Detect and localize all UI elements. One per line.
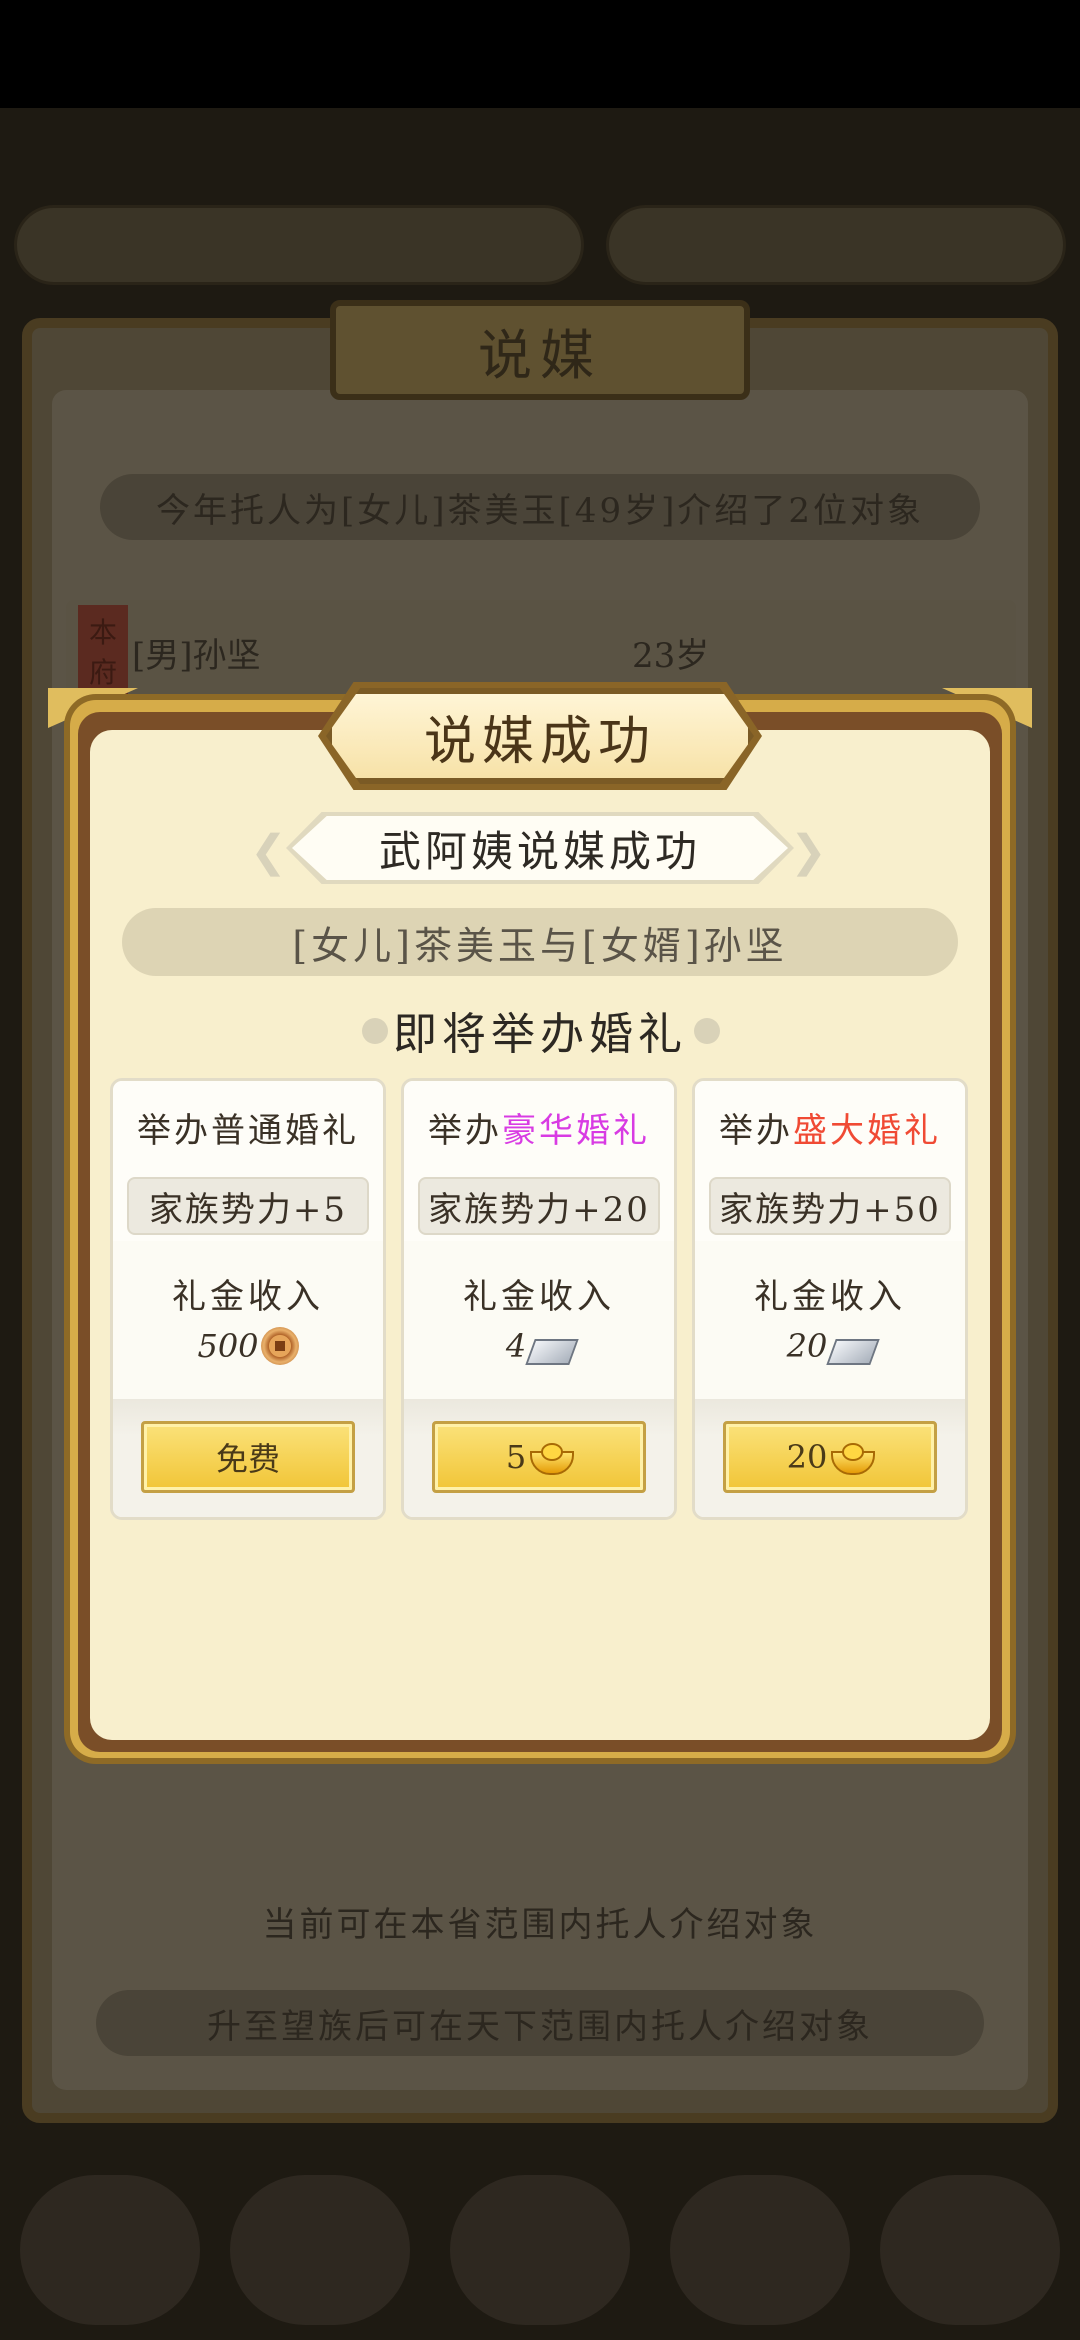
bg-range-line: 当前可在本省范围内托人介绍对象 — [262, 1904, 818, 1945]
card-title-prefix: 举办 — [428, 1111, 502, 1151]
button-label: 免费 — [215, 1440, 280, 1478]
bg-intro-line: 今年托人为[女儿]茶美玉[49岁]介绍了2位对象 — [100, 474, 980, 540]
income-label: 礼金收入 — [172, 1277, 324, 1317]
bg-nav-button — [230, 2175, 410, 2325]
income-value: 20 — [695, 1327, 965, 1365]
wedding-option-grand: 举办盛大婚礼 家族势力+50 礼金收入 20 20 — [692, 1078, 968, 1520]
hold-luxury-wedding-button[interactable]: 5 — [432, 1421, 646, 1493]
hold-normal-wedding-button[interactable]: 免费 — [141, 1421, 355, 1493]
gold-ingot-icon — [831, 1441, 876, 1475]
bg-player-info — [14, 205, 584, 285]
wedding-option-luxury: 举办豪华婚礼 家族势力+20 礼金收入 4 5 — [401, 1078, 677, 1520]
income-amount: 20 — [786, 1327, 828, 1365]
bg-nav-button — [670, 2175, 850, 2325]
button-label: 5 — [505, 1438, 527, 1476]
chevron-left-icon: ❮ — [250, 826, 287, 877]
chevron-right-icon: ❯ — [790, 826, 827, 877]
family-power-bonus: 家族势力+5 — [127, 1177, 369, 1235]
status-bar — [0, 0, 1080, 108]
bg-candidate-tag: 本府 — [78, 605, 128, 695]
hold-grand-wedding-button[interactable]: 20 — [723, 1421, 937, 1493]
income-value: 500 — [113, 1327, 383, 1365]
bg-nav-button — [450, 2175, 630, 2325]
bg-candidate-age: 23岁 — [632, 636, 710, 676]
silver-ingot-icon — [528, 1329, 572, 1363]
copper-coin-icon — [260, 1327, 299, 1365]
income-amount: 500 — [197, 1327, 259, 1365]
card-title: 举办盛大婚礼 — [695, 1103, 965, 1152]
income-label: 礼金收入 — [463, 1277, 615, 1317]
card-title-highlight: 普通婚礼 — [211, 1111, 359, 1151]
card-title-prefix: 举办 — [137, 1111, 211, 1151]
card-title: 举办豪华婚礼 — [404, 1103, 674, 1152]
card-title: 举办普通婚礼 — [113, 1103, 383, 1152]
button-label: 20 — [786, 1438, 828, 1476]
bg-panel-title: 说媒 — [330, 300, 750, 400]
family-power-bonus: 家族势力+50 — [709, 1177, 951, 1235]
bg-currency-info — [606, 205, 1066, 285]
couple-names: [女儿]茶美玉与[女婿]孙坚 — [122, 908, 958, 976]
bg-nav-button — [20, 2175, 200, 2325]
modal-title: 说媒成功 — [326, 688, 754, 784]
gold-ingot-icon — [530, 1441, 575, 1475]
card-title-prefix: 举办 — [719, 1111, 793, 1151]
card-title-highlight: 豪华婚礼 — [502, 1111, 650, 1151]
income-amount: 4 — [505, 1327, 527, 1365]
bg-candidate-name: [男]孙坚 — [132, 636, 261, 676]
wedding-option-normal: 举办普通婚礼 家族势力+5 礼金收入 500 免费 — [110, 1078, 386, 1520]
income-value: 4 — [404, 1327, 674, 1365]
card-title-highlight: 盛大婚礼 — [793, 1111, 941, 1151]
dot-right-icon — [694, 1018, 720, 1044]
family-power-bonus: 家族势力+20 — [418, 1177, 660, 1235]
matchmaker-success-text: 武阿姨说媒成功 — [292, 816, 788, 880]
bg-nav-button — [880, 2175, 1060, 2325]
bg-upgrade-line: 升至望族后可在天下范围内托人介绍对象 — [96, 1990, 984, 2056]
income-label: 礼金收入 — [754, 1277, 906, 1317]
silver-ingot-icon — [829, 1329, 873, 1363]
section-title: 即将举办婚礼 — [393, 1009, 687, 1060]
